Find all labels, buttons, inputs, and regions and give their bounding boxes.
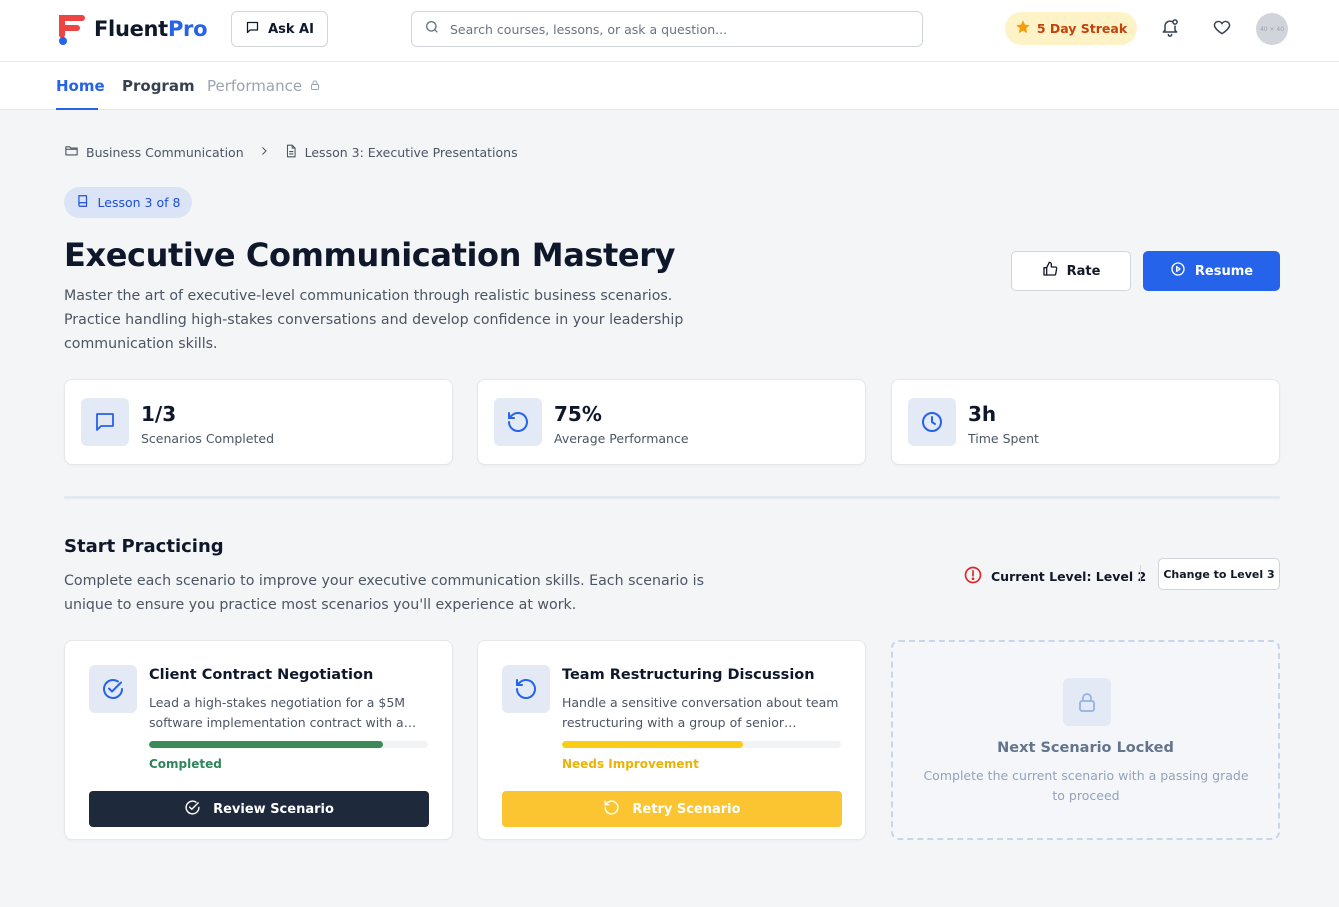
breadcrumb-item-lesson[interactable]: Lesson 3: Executive Presentations [284, 144, 518, 161]
top-bar: FluentPro Ask AI 5 Day Streak 40 × 40 [0, 0, 1339, 62]
breadcrumb-item-course[interactable]: Business Communication [64, 143, 244, 161]
alert-circle-icon [963, 565, 983, 588]
stat-card-performance: 75% Average Performance [477, 379, 866, 465]
breadcrumb-course-label: Business Communication [86, 144, 244, 160]
stat-value: 75% [554, 402, 602, 426]
tab-performance-label: Performance [207, 77, 303, 95]
search-bar [411, 11, 923, 47]
resume-button[interactable]: Resume [1143, 251, 1280, 291]
brand-name-part2: Pro [167, 17, 208, 41]
rotate-ccw-icon [494, 398, 542, 446]
search-icon [424, 19, 440, 39]
scenario-description-text: Lead a high-stakes negotiation for a $5M… [149, 695, 406, 730]
scenario-description: Handle a sensitive conversation about te… [562, 693, 842, 733]
stat-value: 1/3 [141, 402, 177, 426]
locked-scenario-card: Next Scenario Locked Complete the curren… [891, 640, 1280, 840]
stat-value: 3h [968, 402, 997, 426]
favorites-button[interactable] [1209, 16, 1235, 42]
thumbs-up-icon [1042, 261, 1058, 281]
current-level-label: Current Level: Level 2 [991, 569, 1147, 584]
chat-bubble-icon [245, 20, 260, 39]
tab-program[interactable]: Program [122, 77, 195, 95]
search-input[interactable] [450, 21, 890, 37]
retry-scenario-label: Retry Scenario [632, 801, 741, 817]
ask-ai-label: Ask AI [268, 21, 314, 37]
lock-icon [1063, 678, 1111, 726]
stat-label: Time Spent [968, 431, 1039, 446]
divider [1140, 565, 1141, 583]
scenario-title: Team Restructuring Discussion [562, 667, 815, 683]
section-divider [64, 496, 1280, 499]
user-avatar[interactable]: 40 × 40 [1256, 13, 1288, 45]
stat-card-scenarios: 1/3 Scenarios Completed [64, 379, 453, 465]
brand-logo[interactable]: FluentPro [56, 13, 208, 45]
scenario-card: Client Contract Negotiation Lead a high-… [64, 640, 453, 840]
retry-scenario-button[interactable]: Retry Scenario [502, 791, 842, 827]
rate-button[interactable]: Rate [1011, 251, 1131, 291]
heart-icon [1212, 17, 1232, 41]
section-title: Start Practicing [64, 536, 224, 557]
notifications-button[interactable] [1157, 16, 1183, 42]
resume-label: Resume [1194, 263, 1254, 279]
rate-label: Rate [1066, 263, 1101, 279]
streak-label: 5 Day Streak [1036, 21, 1128, 36]
rotate-ccw-icon [502, 665, 550, 713]
tab-performance[interactable]: Performance [207, 77, 321, 95]
main-nav: Home Program Performance [0, 62, 1339, 110]
scenario-description: Lead a high-stakes negotiation for a $5M… [149, 693, 429, 733]
brand-name: FluentPro [94, 17, 208, 41]
active-tab-indicator [56, 108, 98, 110]
lock-icon [309, 77, 321, 95]
lesson-progress-label: Lesson 3 of 8 [97, 195, 181, 210]
rotate-ccw-icon [603, 799, 620, 820]
scenario-progress-bar [562, 741, 841, 748]
scenario-progress-fill [562, 741, 744, 748]
scenario-status: Completed [149, 757, 222, 771]
document-icon [284, 144, 298, 161]
ask-ai-button[interactable]: Ask AI [231, 11, 328, 47]
scenario-status: Needs Improvement [562, 757, 699, 771]
stat-label: Average Performance [554, 431, 689, 446]
scenario-progress-fill [149, 741, 384, 748]
current-level-indicator: Current Level: Level 2 [963, 565, 1146, 588]
star-icon [1015, 19, 1031, 38]
book-icon [76, 194, 90, 211]
streak-badge[interactable]: 5 Day Streak [1005, 12, 1137, 45]
breadcrumb-lesson-label: Lesson 3: Executive Presentations [304, 144, 518, 160]
clock-icon [908, 398, 956, 446]
play-circle-icon [1170, 261, 1186, 281]
lesson-description: Master the art of executive-level commun… [64, 288, 684, 352]
scenario-description-text: Handle a sensitive conversation about te… [562, 695, 839, 730]
message-square-icon [81, 398, 129, 446]
review-scenario-button[interactable]: Review Scenario [89, 791, 429, 827]
check-circle-icon [89, 665, 137, 713]
change-level-button[interactable]: Change to Level 3 [1158, 558, 1280, 590]
review-scenario-label: Review Scenario [213, 801, 334, 817]
page-title: Executive Communication Mastery [64, 236, 676, 274]
check-circle-icon [184, 799, 201, 820]
chevron-right-icon [258, 145, 270, 160]
locked-scenario-title: Next Scenario Locked [997, 740, 1174, 756]
avatar-placeholder-text: 40 × 40 [1259, 25, 1285, 33]
breadcrumb: Business Communication Lesson 3: Executi… [64, 143, 518, 161]
stat-label: Scenarios Completed [141, 431, 275, 446]
locked-scenario-description: Complete the current scenario with a pas… [923, 768, 1249, 803]
section-description: Complete each scenario to improve your e… [64, 573, 704, 613]
scenario-title: Client Contract Negotiation [149, 667, 374, 683]
folder-icon [64, 143, 79, 161]
bell-icon [1160, 17, 1180, 41]
scenario-card: Team Restructuring Discussion Handle a s… [477, 640, 866, 840]
stat-card-time: 3h Time Spent [891, 379, 1280, 465]
lesson-progress-badge: Lesson 3 of 8 [64, 187, 192, 218]
tab-home[interactable]: Home [56, 77, 105, 95]
brand-name-part1: Fluent [94, 17, 168, 41]
logo-mark-icon [56, 13, 86, 45]
scenario-progress-bar [149, 741, 428, 748]
